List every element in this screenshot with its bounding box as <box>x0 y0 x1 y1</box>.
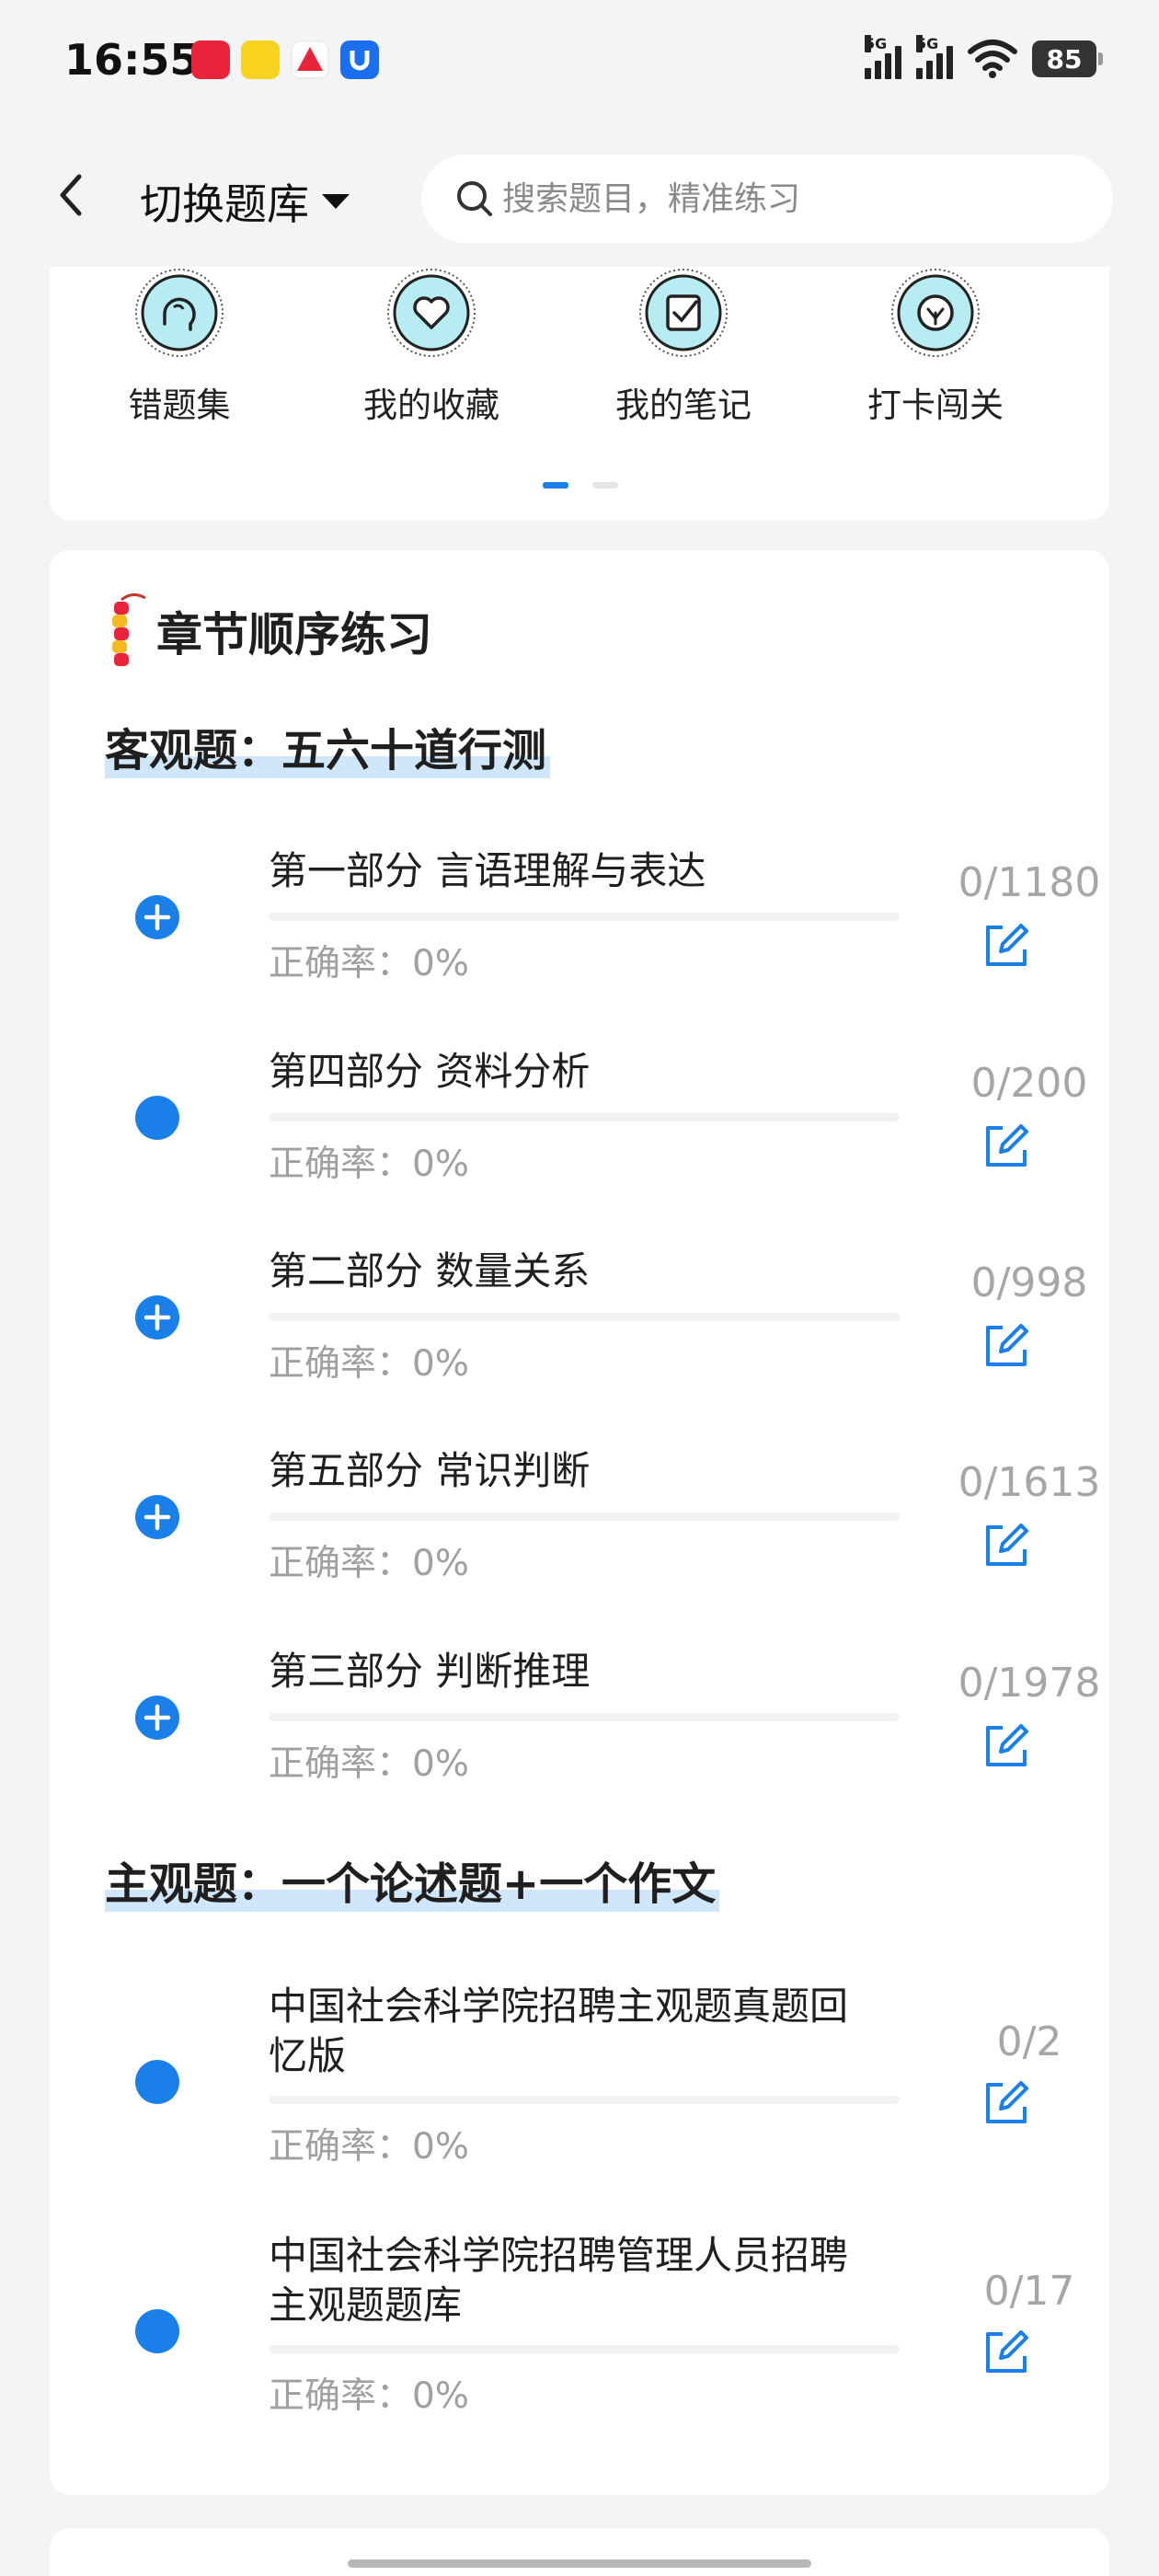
expand-plus-icon[interactable] <box>134 1294 180 1340</box>
page-dot-active <box>543 482 568 489</box>
section-title-objective: 客观题：五六十道行测 <box>105 714 551 778</box>
red-app-icon <box>191 40 230 79</box>
chapter-item[interactable]: 中国社会科学院招聘主观题真题回忆版 正确率：0% 0/2 <box>50 1982 1109 2202</box>
bullet-dot-icon <box>135 1096 179 1140</box>
firecracker-icon <box>112 593 146 666</box>
question-count: 0/2 <box>996 2018 1062 2065</box>
edit-icon[interactable] <box>981 1520 1032 1571</box>
notification-app-icons <box>191 40 379 79</box>
accuracy-text: 正确率：0% <box>269 1743 469 1785</box>
chapter-item-title: 第四部分 资料分析 <box>269 1049 591 1094</box>
search-bar[interactable] <box>421 155 1113 243</box>
yellow-app-icon <box>241 40 280 79</box>
heart-icon <box>387 269 476 357</box>
progress-bar <box>269 1113 900 1121</box>
shortcut-label: 我的笔记 <box>615 385 752 425</box>
chapter-item-title: 第三部分 判断推理 <box>269 1649 591 1694</box>
accuracy-text: 正确率：0% <box>269 1343 469 1385</box>
home-indicator[interactable] <box>348 2559 811 2568</box>
leaf-icon <box>891 269 980 357</box>
switch-question-bank-button[interactable]: 切换题库 <box>140 171 350 232</box>
accuracy-text: 正确率：0% <box>269 1144 469 1185</box>
shortcut-favorites[interactable]: 我的收藏 <box>305 267 557 427</box>
page-dot <box>592 482 618 489</box>
section-title-subjective: 主观题：一个论述题+一个作文 <box>105 1847 720 1912</box>
chapter-item-title: 中国社会科学院招聘管理人员招聘主观题题库 <box>269 2233 849 2328</box>
chapter-item[interactable]: 第二部分 数量关系 正确率：0% 0/998 <box>50 1247 1109 1412</box>
question-count: 0/1180 <box>958 859 1101 906</box>
triangle-app-icon <box>291 40 329 79</box>
next-card <box>50 2528 1109 2576</box>
navigation-bar: 切换题库 <box>0 129 1159 267</box>
chapter-item-title: 第五部分 常识判断 <box>269 1448 591 1493</box>
bullet-dot-icon <box>135 2060 179 2104</box>
note-check-icon <box>639 269 728 357</box>
chapter-item-title: 第一部分 言语理解与表达 <box>269 848 706 893</box>
expand-plus-icon[interactable] <box>134 1695 180 1741</box>
page-indicator <box>543 482 618 489</box>
chapter-item[interactable]: 第三部分 判断推理 正确率：0% 0/1978 <box>50 1647 1109 1812</box>
search-input[interactable] <box>502 179 1054 218</box>
progress-bar <box>269 1313 900 1321</box>
progress-bar <box>269 913 900 921</box>
progress-bar <box>269 2345 900 2353</box>
chapter-item[interactable]: 第五部分 常识判断 正确率：0% 0/1613 <box>50 1446 1109 1612</box>
battery-indicator: 85 <box>1032 40 1103 77</box>
chapter-item-title: 第二部分 数量关系 <box>269 1248 591 1294</box>
question-count: 0/200 <box>970 1060 1088 1107</box>
status-bar: 16:55 5G 5G 85 <box>0 0 1159 129</box>
switch-question-bank-label: 切换题库 <box>140 179 309 229</box>
status-time: 16:55 <box>64 35 200 85</box>
edit-icon[interactable] <box>981 2077 1032 2129</box>
expand-plus-icon[interactable] <box>134 894 180 940</box>
edit-icon[interactable] <box>981 920 1032 972</box>
signal-icon: 5G <box>865 35 901 79</box>
caret-down-icon <box>322 194 350 209</box>
shortcut-row: 错题集 我的收藏 我的笔记 打卡闯关 <box>50 267 1109 427</box>
system-icons: 5G 5G 85 <box>865 35 1103 79</box>
chapter-practice-card: 章节顺序练习 客观题：五六十道行测 第一部分 言语理解与表达 正确率：0% 0/… <box>50 550 1109 2495</box>
chapter-item[interactable]: 第四部分 资料分析 正确率：0% 0/200 <box>50 1047 1109 1213</box>
accuracy-text: 正确率：0% <box>269 2126 469 2168</box>
accuracy-text: 正确率：0% <box>269 1543 469 1584</box>
shortcut-checkin[interactable]: 打卡闯关 <box>809 267 1061 427</box>
blue-u-app-icon <box>340 40 379 79</box>
edit-icon[interactable] <box>981 1320 1032 1372</box>
shortcut-wrong-questions[interactable]: 错题集 <box>53 267 305 427</box>
brain-icon <box>135 269 224 357</box>
chapter-item[interactable]: 中国社会科学院招聘管理人员招聘主观题题库 正确率：0% 0/17 <box>50 2231 1109 2452</box>
signal-icon: 5G <box>916 35 953 79</box>
shortcut-label: 错题集 <box>128 385 231 425</box>
edit-icon[interactable] <box>981 1121 1032 1172</box>
shortcut-notes[interactable]: 我的笔记 <box>557 267 809 427</box>
question-count: 0/1978 <box>958 1660 1101 1707</box>
chapter-practice-heading: 章节顺序练习 <box>101 587 432 675</box>
question-count: 0/1613 <box>958 1459 1101 1506</box>
shortcut-label: 我的收藏 <box>363 385 499 425</box>
progress-bar <box>269 1713 900 1721</box>
chapter-item-title: 中国社会科学院招聘主观题真题回忆版 <box>269 1984 849 2078</box>
question-count: 0/998 <box>970 1259 1088 1306</box>
edit-icon[interactable] <box>981 1720 1032 1772</box>
back-arrow-icon[interactable] <box>46 167 101 223</box>
search-icon <box>457 181 492 216</box>
shortcut-label: 打卡闯关 <box>867 385 1004 425</box>
question-count: 0/17 <box>983 2268 1075 2315</box>
expand-plus-icon[interactable] <box>134 1494 180 1540</box>
progress-bar <box>269 2096 900 2104</box>
accuracy-text: 正确率：0% <box>269 2375 469 2417</box>
progress-bar <box>269 1512 900 1521</box>
chapter-practice-title: 章节顺序练习 <box>156 608 432 661</box>
bullet-dot-icon <box>135 2309 179 2353</box>
wifi-icon <box>968 40 1017 78</box>
edit-icon[interactable] <box>981 2327 1032 2378</box>
chapter-item[interactable]: 第一部分 言语理解与表达 正确率：0% 0/1180 <box>50 846 1109 1012</box>
accuracy-text: 正确率：0% <box>269 943 469 984</box>
